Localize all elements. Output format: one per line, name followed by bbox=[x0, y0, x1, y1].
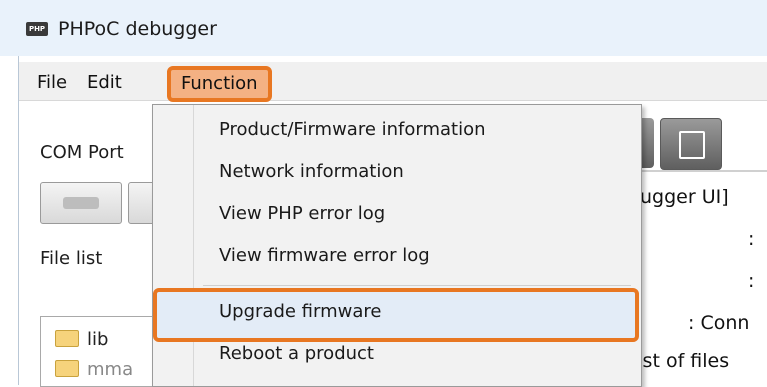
title-bar: PHP PHPoC debugger bbox=[0, 0, 767, 56]
menu-item-upgrade-firmware[interactable]: Upgrade firmware bbox=[219, 301, 381, 322]
tree-item-label: mma bbox=[87, 359, 134, 380]
function-dropdown-menu: Product/Firmware information Network inf… bbox=[152, 104, 642, 387]
debugger-ui-text: ugger UI] bbox=[640, 186, 729, 208]
list-view-icon bbox=[679, 131, 705, 159]
connection-text: : Conn bbox=[688, 312, 750, 334]
menu-item-network-information[interactable]: Network information bbox=[219, 161, 404, 182]
file-list-label: File list bbox=[40, 248, 103, 269]
divider bbox=[640, 170, 767, 172]
menu-function[interactable]: Function bbox=[167, 66, 272, 102]
app-icon: PHP bbox=[26, 22, 48, 36]
menu-item-view-php-error-log[interactable]: View PHP error log bbox=[219, 203, 385, 224]
tree-item-mma[interactable]: mma bbox=[55, 359, 133, 380]
window-title: PHPoC debugger bbox=[58, 18, 217, 40]
folder-icon bbox=[55, 360, 79, 377]
menu-gutter bbox=[193, 105, 194, 386]
info-colon-2: : bbox=[748, 270, 755, 292]
menu-bar: File Edit Function bbox=[19, 62, 767, 102]
com-port-label: COM Port bbox=[40, 142, 124, 163]
tree-item-label: lib bbox=[87, 329, 109, 350]
folder-icon bbox=[55, 330, 79, 347]
file-tree[interactable]: lib mma bbox=[40, 316, 153, 387]
menu-separator bbox=[203, 285, 631, 286]
menu-item-reboot-a-product[interactable]: Reboot a product bbox=[219, 343, 374, 364]
menu-item-product-firmware-information[interactable]: Product/Firmware information bbox=[219, 119, 486, 140]
info-colon-1: : bbox=[748, 228, 755, 250]
connect-button[interactable] bbox=[40, 182, 122, 224]
tree-item-lib[interactable]: lib bbox=[55, 329, 108, 350]
menu-edit[interactable]: Edit bbox=[81, 70, 128, 95]
list-of-files-text: list of files bbox=[632, 350, 730, 372]
list-view-button[interactable] bbox=[660, 118, 722, 170]
menu-item-view-firmware-error-log[interactable]: View firmware error log bbox=[219, 245, 430, 266]
menu-file[interactable]: File bbox=[31, 70, 73, 95]
